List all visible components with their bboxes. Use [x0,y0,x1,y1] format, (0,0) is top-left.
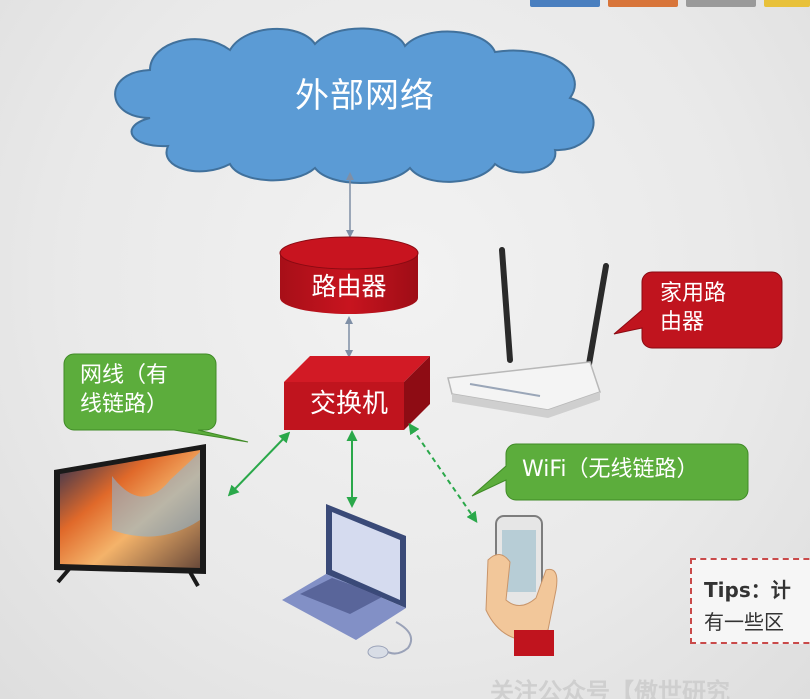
wifi-callout-text: WiFi（无线链路） [522,457,699,482]
cloud-label: 外部网络 [295,76,435,116]
link-switch-tv [227,431,291,497]
link-switch-phone [408,423,478,523]
tips-line2: 有一些区 [704,610,784,634]
smartphone-icon [485,515,558,656]
switch-label: 交换机 [309,389,388,419]
wired-callout-line1: 网线（有 [80,363,169,388]
footer-watermark: 关注公众号【傲世研究 [490,678,730,699]
network-diagram: 外部网络 路由器 交换机 家用路 由器 网线（有 线链路） WiFi（无线链路）… [0,0,810,699]
tips-title: Tips：计 [704,578,791,602]
home-router-callout-line2: 由器 [660,309,705,335]
router-label: 路由器 [311,272,387,301]
wired-callout-line2: 线链路） [80,391,169,417]
home-router-callout-line1: 家用路 [660,281,727,306]
laptop-icon [282,504,412,659]
home-router-icon [447,247,609,418]
tips-box: Tips：计 有一些区 [690,558,810,644]
wired-callout-text: 网线（有 线链路） [80,362,168,419]
home-router-callout-text: 家用路 由器 [660,280,726,337]
tv-icon [54,444,206,587]
